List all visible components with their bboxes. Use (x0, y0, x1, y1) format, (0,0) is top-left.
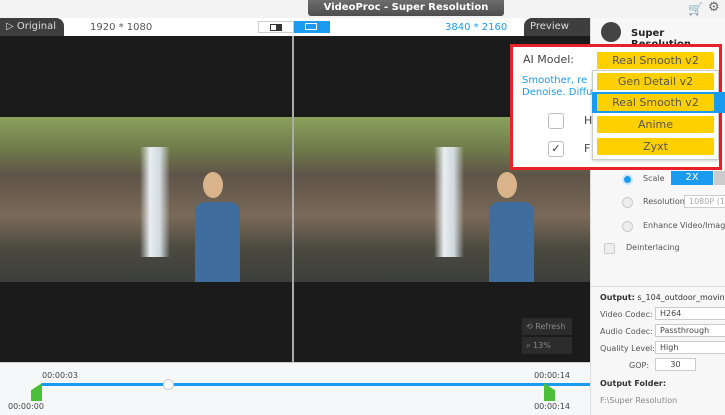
model-description: Smoother, re Denoise. Diffu (522, 75, 595, 99)
video-codec-select[interactable]: H264 (655, 307, 725, 320)
checkbox-f[interactable]: ✓ (548, 141, 564, 157)
deinterlacing-label: Deinterlacing (626, 243, 680, 252)
gop-label: GOP: (629, 361, 650, 370)
scale-2x-button[interactable]: 2X (671, 171, 713, 185)
start-time: 00:00:00 (8, 402, 44, 411)
resolution-label: Resolution (643, 197, 685, 206)
output-resolution: 3840 * 2160 (445, 22, 508, 33)
option-real-smooth-v2[interactable]: Real Smooth v2 (597, 94, 714, 111)
split-divider[interactable] (292, 36, 294, 362)
option-gen-detail-v2[interactable]: Gen Detail v2 (597, 73, 714, 90)
enhance-radio[interactable] (622, 221, 633, 232)
person (195, 202, 240, 282)
zoom-level: 13% (533, 341, 551, 350)
checkbox-h[interactable] (548, 113, 564, 129)
end-time: 00:00:14 (534, 402, 570, 411)
scale-other-button[interactable] (714, 171, 725, 185)
timeline-track-fill (42, 383, 670, 386)
split-view-icon (305, 23, 317, 30)
waterfall (434, 147, 464, 257)
single-view-button[interactable] (258, 21, 294, 33)
preview-label: Preview (530, 21, 569, 32)
deinterlacing-checkbox[interactable] (604, 243, 615, 254)
output-folder-path[interactable]: F:\Super Resolution (600, 396, 677, 405)
split-view-button[interactable] (294, 21, 330, 33)
zoom-button[interactable]: ⌕ 13% (522, 337, 572, 354)
video-preview: ⟲ Refresh ⌕ 13% (0, 36, 590, 362)
resolution-select[interactable]: 1080P (192 (684, 195, 725, 208)
resolution-radio[interactable] (622, 197, 633, 208)
description-line-2: Denoise. Diffu (522, 87, 593, 98)
output-file: s_104_outdoor_moving...ay (637, 293, 725, 302)
person (489, 202, 534, 282)
ai-model-select[interactable]: Real Smooth v2 (597, 52, 714, 69)
scale-radio[interactable] (622, 174, 633, 185)
audio-codec-label: Audio Codec: (600, 327, 653, 336)
description-line-1: Smoother, re (522, 75, 588, 86)
divider (591, 286, 725, 287)
gop-input[interactable]: 30 (655, 358, 696, 371)
trim-start-time: 00:00:03 (42, 371, 78, 380)
ai-model-label: AI Model: (523, 53, 574, 66)
cart-icon[interactable]: 🛒 (688, 2, 703, 16)
person-head (203, 172, 223, 198)
refresh-label: Refresh (535, 322, 566, 331)
zoom-icon: ⌕ (526, 341, 531, 350)
playhead[interactable] (163, 379, 174, 390)
output-folder-label: Output Folder: (600, 379, 667, 388)
person-head (497, 172, 517, 198)
video-codec-label: Video Codec: (600, 310, 653, 319)
timeline: 00:00:03 00:00:00 00:00:14 00:00:14 (0, 362, 670, 415)
enhance-label: Enhance Video/Image (1 (643, 221, 725, 230)
refresh-button[interactable]: ⟲ Refresh (522, 318, 572, 335)
app-title: VideoProc - Super Resolution (308, 0, 504, 16)
tab-preview[interactable]: Preview 🔍︎ (524, 18, 590, 50)
audio-codec-select[interactable]: Passthrough (655, 324, 725, 337)
trim-start-handle[interactable] (31, 383, 42, 401)
trim-end-time: 00:00:14 (534, 371, 570, 380)
source-resolution: 1920 * 1080 (90, 22, 153, 33)
quality-label: Quality Level: (600, 344, 655, 353)
scale-label: Scale (643, 174, 665, 183)
film-reel-icon (601, 22, 621, 42)
original-frame (0, 117, 292, 282)
checkbox-f-label: F (584, 142, 591, 155)
option-zyxt[interactable]: Zyxt (597, 138, 714, 155)
waterfall (140, 147, 170, 257)
option-anime[interactable]: Anime (597, 116, 714, 133)
gear-icon[interactable]: ⚙ (708, 0, 720, 15)
single-view-icon (270, 24, 282, 31)
refresh-icon: ⟲ (526, 322, 533, 331)
output-label: Output: (600, 293, 635, 302)
tab-original[interactable]: ▷ Original (0, 18, 64, 36)
quality-select[interactable]: High (655, 341, 725, 354)
